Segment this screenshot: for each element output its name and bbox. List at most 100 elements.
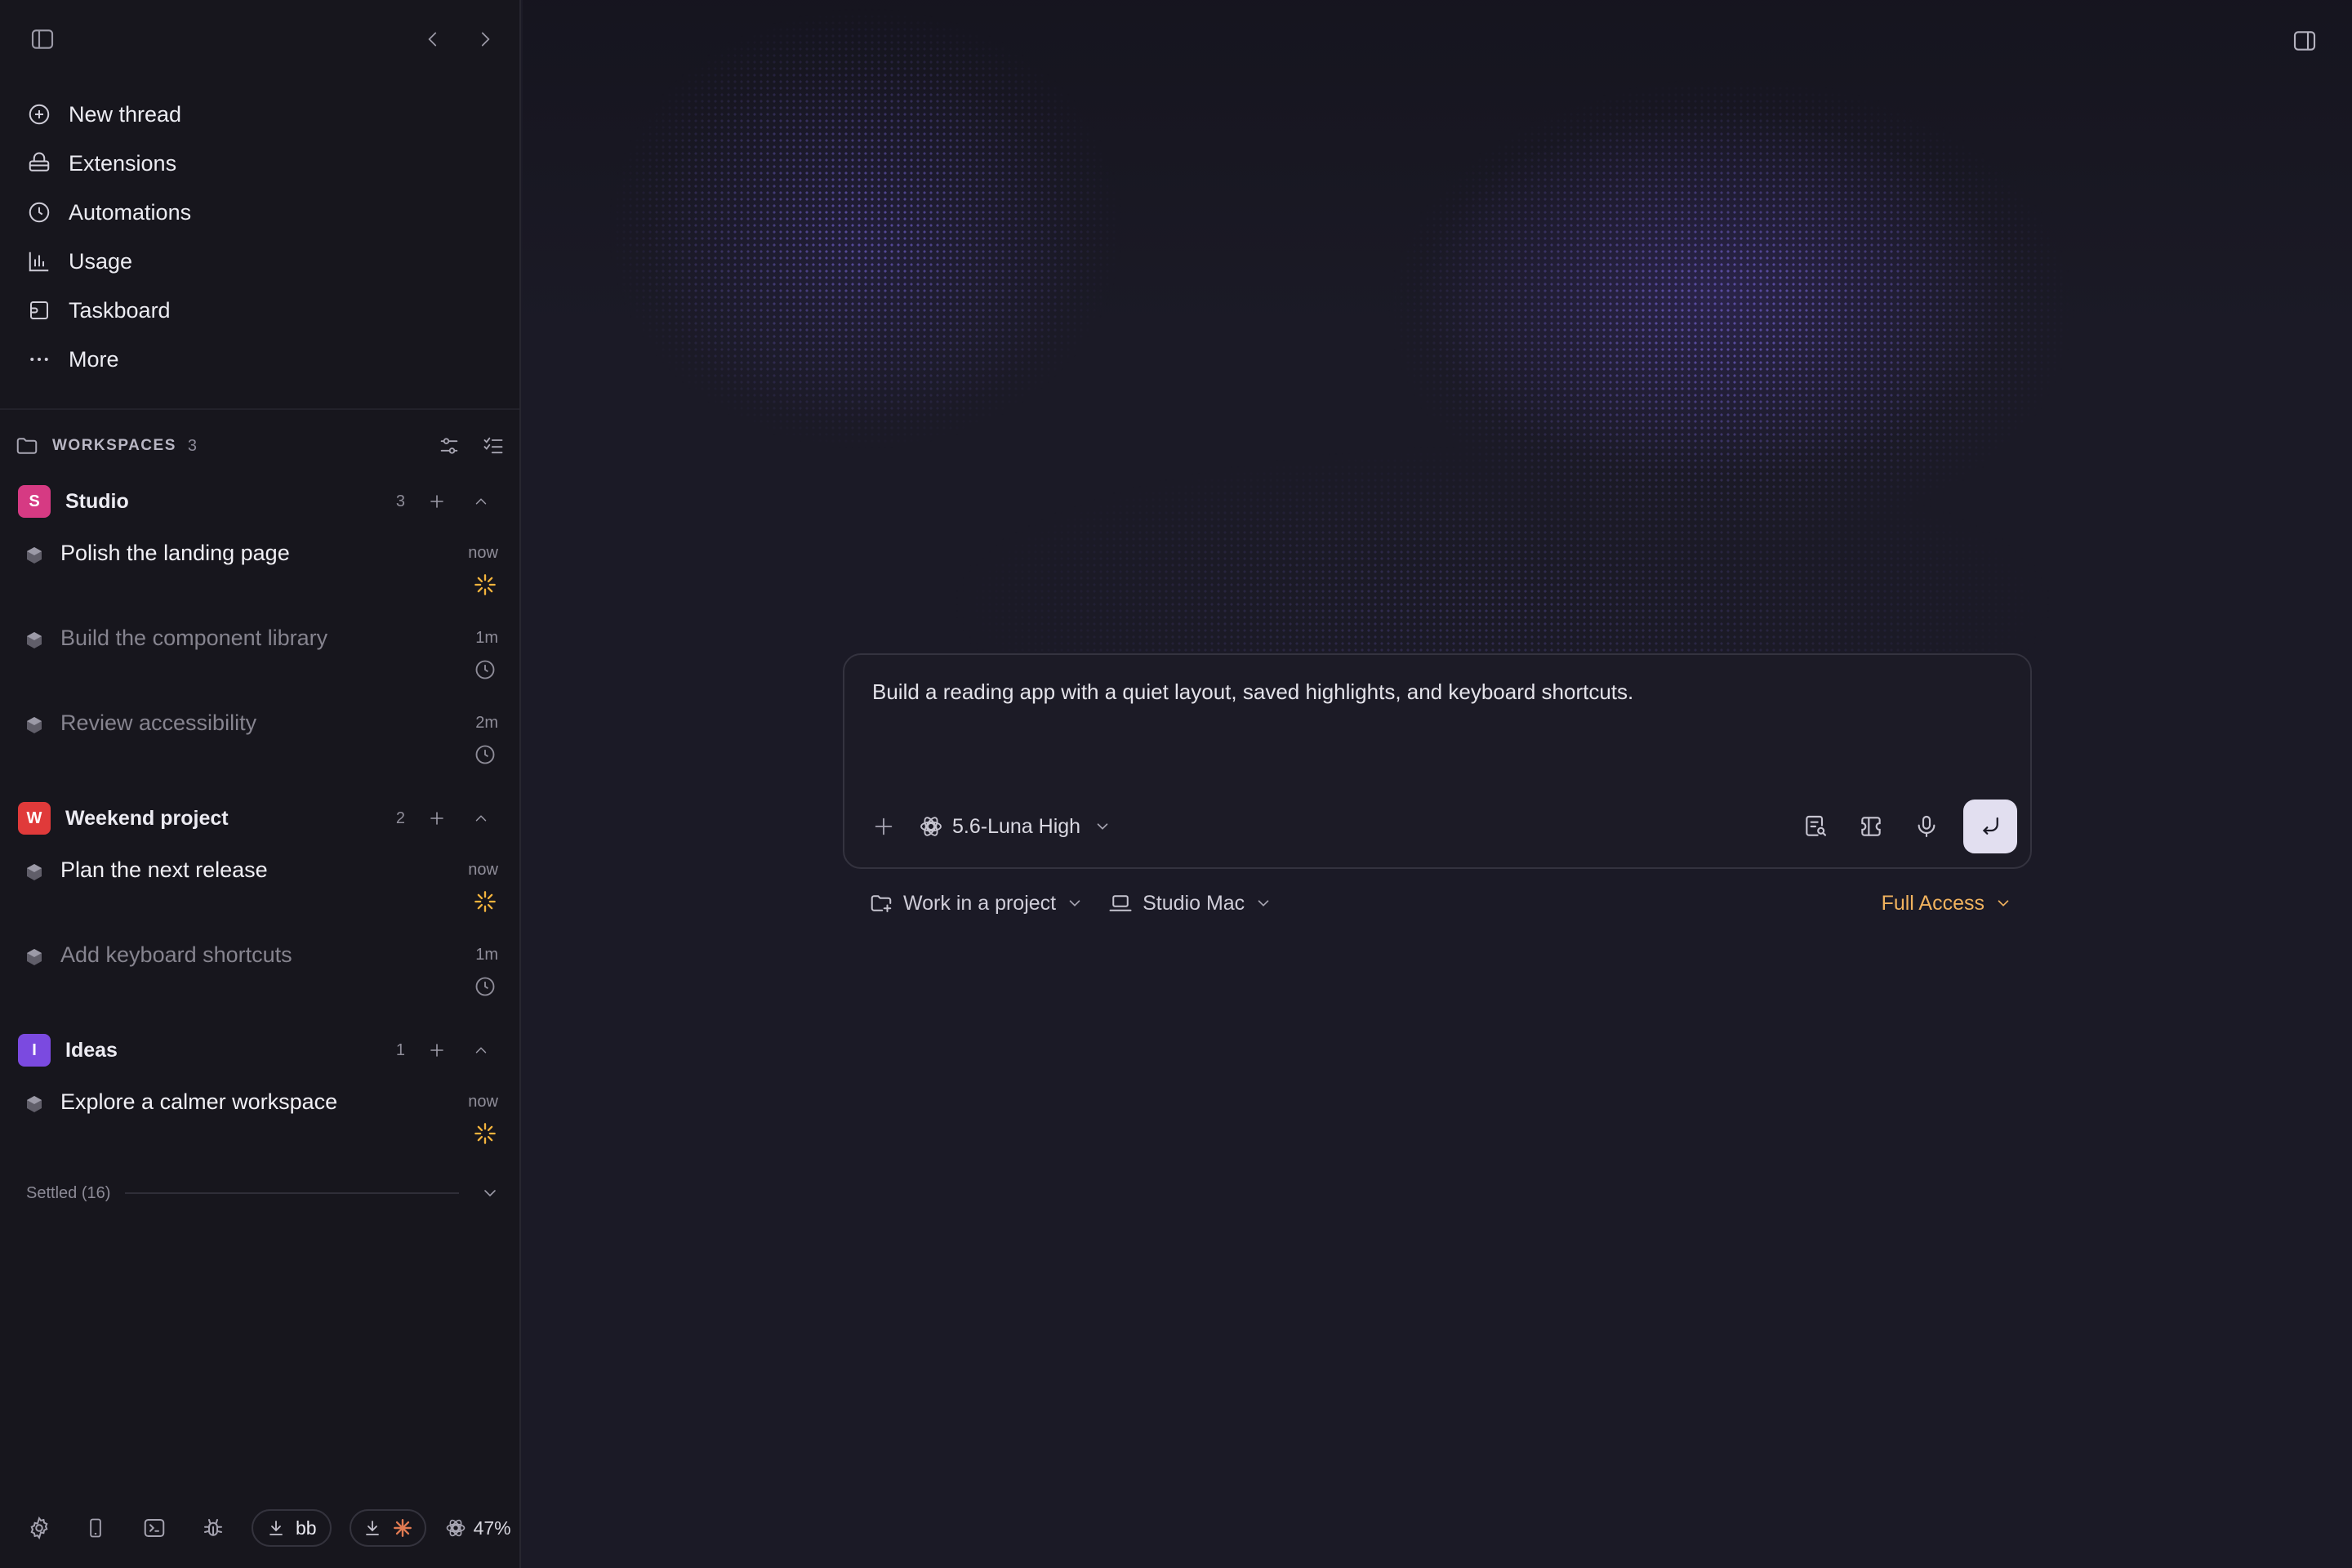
download-label: bb	[296, 1517, 317, 1539]
folder-plus-icon	[869, 891, 893, 915]
nav-label: Extensions	[69, 150, 177, 176]
spinner-icon	[472, 1120, 498, 1147]
nav-extensions[interactable]: Extensions	[21, 140, 495, 186]
download-icon	[363, 1518, 382, 1538]
cube-icon	[24, 947, 47, 970]
clock-status-icon	[472, 657, 498, 683]
settled-label: Settled (16)	[26, 1183, 111, 1202]
checklist-icon[interactable]	[482, 434, 505, 457]
model-name: 5.6-Luna High	[952, 814, 1081, 838]
back-arrow-icon[interactable]	[415, 21, 451, 57]
bar-chart-icon	[26, 248, 52, 274]
spinner-icon	[472, 572, 498, 598]
collapse-chevron-icon[interactable]	[469, 489, 493, 514]
workspace-badge: I	[18, 1034, 51, 1067]
thread-title: Polish the landing page	[60, 541, 290, 565]
workspace-thread-count: 1	[395, 1040, 405, 1059]
sparkle-icon	[392, 1517, 413, 1539]
settings-gear-icon[interactable]	[21, 1508, 57, 1548]
thread-title: Plan the next release	[60, 858, 268, 882]
workspace-name: Ideas	[65, 1038, 118, 1062]
download-icon	[266, 1518, 286, 1538]
spinner-icon	[472, 889, 498, 915]
workspace-group-weekend-project[interactable]: W Weekend project 2	[18, 800, 500, 836]
thread-title: Review accessibility	[60, 710, 257, 735]
workspace-group-studio[interactable]: S Studio 3	[18, 483, 500, 519]
thread-time: now	[468, 861, 498, 879]
cube-icon	[24, 715, 47, 738]
settled-section[interactable]: Settled (16)	[26, 1181, 500, 1205]
chevron-down-icon	[1094, 817, 1111, 835]
thread-item[interactable]: Plan the next release now	[24, 856, 498, 921]
sidebar-bottom-bar: bb 47%	[21, 1508, 511, 1548]
thread-item[interactable]: Explore a calmer workspace now	[24, 1088, 498, 1153]
thread-item[interactable]: Add keyboard shortcuts 1m	[24, 941, 498, 1006]
ticket-icon[interactable]	[1852, 808, 1890, 845]
cube-icon	[24, 546, 47, 568]
workspaces-label: WORKSPACES	[52, 437, 176, 454]
composer-toolbar: 5.6-Luna High	[866, 799, 2017, 854]
toggle-right-panel-icon[interactable]	[2287, 23, 2323, 59]
chevron-down-icon[interactable]	[480, 1183, 500, 1203]
chevron-down-icon	[1066, 894, 1084, 912]
extensions-icon	[26, 150, 52, 176]
plus-circle-icon	[26, 101, 52, 127]
usage-percent: 47%	[473, 1517, 511, 1539]
thread-item[interactable]: Build the component library 1m	[24, 624, 498, 689]
nav-new-thread[interactable]: New thread	[21, 91, 495, 137]
model-selector[interactable]: 5.6-Luna High	[918, 813, 1111, 840]
terminal-icon[interactable]	[134, 1508, 175, 1548]
thread-time: now	[468, 544, 498, 562]
nav-label: Usage	[69, 248, 133, 274]
chevron-down-icon	[1994, 894, 2012, 912]
nav-label: New thread	[69, 101, 182, 127]
usage-indicator[interactable]: 47%	[444, 1517, 511, 1539]
folder-icon	[15, 434, 39, 458]
cube-icon	[24, 862, 47, 885]
prompt-composer[interactable]: Build a reading app with a quiet layout,…	[843, 653, 2032, 869]
bug-icon[interactable]	[193, 1508, 234, 1548]
machine-selector[interactable]: Studio Mac	[1108, 891, 1272, 915]
collapse-chevron-icon[interactable]	[469, 806, 493, 831]
workspace-group-ideas[interactable]: I Ideas 1	[18, 1032, 500, 1068]
download-bb-button[interactable]: bb	[252, 1509, 332, 1547]
nav-taskboard[interactable]: Taskboard	[21, 287, 495, 333]
download-extension-button[interactable]	[349, 1509, 426, 1547]
add-thread-icon[interactable]	[425, 489, 449, 514]
add-thread-icon[interactable]	[425, 806, 449, 831]
project-selector[interactable]: Work in a project	[869, 891, 1084, 915]
workspace-badge: S	[18, 485, 51, 518]
workspace-badge: W	[18, 802, 51, 835]
project-label: Work in a project	[903, 891, 1057, 915]
add-thread-icon[interactable]	[425, 1038, 449, 1062]
mobile-device-icon[interactable]	[75, 1508, 116, 1548]
collapse-chevron-icon[interactable]	[469, 1038, 493, 1062]
clock-icon	[26, 199, 52, 225]
thread-title: Build the component library	[60, 626, 328, 650]
thread-time: 2m	[475, 714, 498, 732]
thread-item[interactable]: Polish the landing page now	[24, 539, 498, 604]
thread-item[interactable]: Review accessibility 2m	[24, 709, 498, 774]
filter-icon[interactable]	[438, 434, 461, 457]
forward-arrow-icon[interactable]	[467, 21, 503, 57]
document-search-icon[interactable]	[1797, 808, 1834, 845]
model-logo-icon	[444, 1517, 467, 1539]
halftone-background	[523, 0, 2352, 702]
add-attachment-icon[interactable]	[866, 808, 902, 844]
nav-more[interactable]: More	[21, 336, 495, 382]
prompt-input[interactable]: Build a reading app with a quiet layout,…	[872, 679, 1633, 705]
thread-time: 1m	[475, 629, 498, 647]
machine-label: Studio Mac	[1143, 891, 1245, 915]
microphone-icon[interactable]	[1908, 808, 1945, 845]
laptop-icon	[1108, 891, 1133, 915]
access-level-selector[interactable]: Full Access	[1882, 892, 2012, 915]
nav-usage[interactable]: Usage	[21, 238, 495, 284]
nav-label: Automations	[69, 199, 192, 225]
clock-status-icon	[472, 742, 498, 768]
send-button[interactable]	[1963, 800, 2017, 853]
access-label: Full Access	[1881, 891, 1984, 915]
toggle-sidebar-icon[interactable]	[24, 21, 60, 57]
sidebar: New thread Extensions Automations Usage …	[0, 0, 521, 1568]
taskboard-icon	[26, 297, 52, 323]
nav-automations[interactable]: Automations	[21, 189, 495, 235]
